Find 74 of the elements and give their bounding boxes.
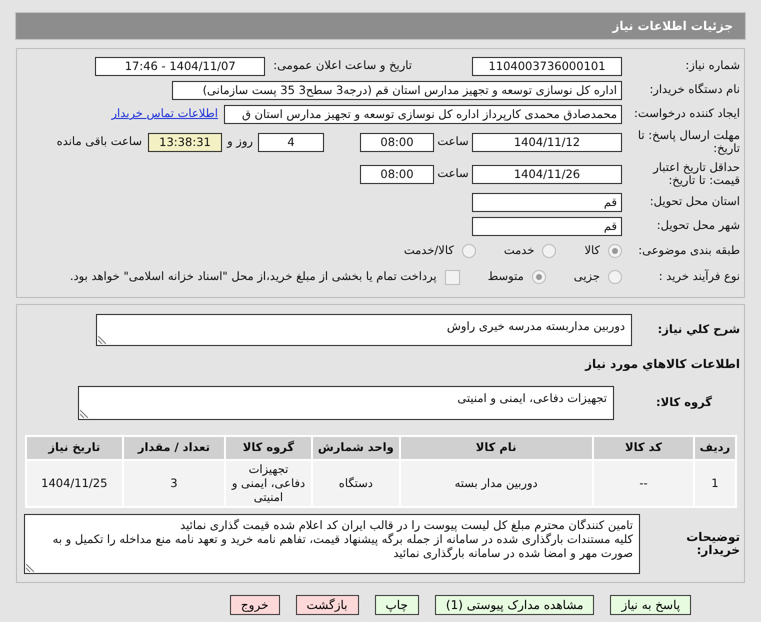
radio-label: کالا — [584, 242, 600, 260]
action-button[interactable]: خروج — [230, 595, 280, 616]
time-field[interactable]: 08:00 — [360, 132, 434, 152]
field-label: طبقه بندی موضوعی: — [637, 244, 740, 258]
section-heading: اطلاعات کالاهاي مورد نیاز — [585, 356, 740, 373]
resize-grip-icon[interactable] — [98, 336, 106, 344]
contact-link[interactable]: اطلاعات تماس خریدار — [111, 105, 218, 123]
buyer-notes-textarea[interactable] — [24, 514, 640, 574]
table-cell: 3 — [123, 460, 225, 508]
radio-button[interactable] — [608, 270, 622, 284]
field-label: حداقل تاریخ اعتبار قیمت: تا تاریخ: — [652, 160, 740, 188]
field-label: گروه کالا: — [655, 396, 713, 410]
days-field[interactable]: 4 — [258, 132, 324, 152]
action-button[interactable]: چاپ — [374, 595, 419, 616]
time-field[interactable]: 08:00 — [360, 164, 434, 184]
goods-group-text: تجهیزات دفاعی، ایمنی و امنیتی — [457, 391, 607, 405]
table-cell: دوربین مدار بسته — [400, 460, 593, 508]
description-textarea[interactable]: دوربین مداربسته مدرسه خیری راوش — [96, 314, 632, 346]
table-cell: تجهیزات دفاعی، ایمنی و امنیتی — [224, 460, 312, 508]
action-button[interactable]: بازگشت — [296, 595, 358, 616]
days-label: روز و — [226, 133, 254, 150]
field-label: تاریخ و ساعت اعلان عمومی: — [273, 59, 412, 73]
table-cell: 1404/11/25 — [26, 460, 124, 508]
field-label: نام دستگاه خریدار: — [648, 83, 740, 97]
field-label: استان محل تحویل: — [648, 195, 740, 209]
radio-button[interactable] — [532, 270, 546, 284]
description-text: دوربین مداربسته مدرسه خیری راوش — [446, 319, 625, 333]
action-button[interactable]: مشاهده مدارک پیوستی (1) — [434, 595, 594, 616]
field-label: شماره نیاز: — [684, 59, 740, 73]
radio-button[interactable] — [462, 244, 476, 258]
remaining-label: ساعت باقی مانده — [56, 133, 142, 150]
checkbox[interactable] — [444, 270, 460, 284]
page-title: جزئیات اطلاعات نیاز — [612, 18, 733, 35]
column-header: گروه کالا — [224, 436, 312, 460]
column-header: کد کالا — [592, 436, 694, 460]
notes-text-line: تامین کنندگان محترم مبلغ کل لیست پیوست را در قالب ایران کد اعلام شده قیمت گذاری نمائید — [179, 518, 633, 532]
date-field[interactable]: 1404/11/26 — [472, 164, 622, 184]
requester-field[interactable]: محمدصادق محمدی کارپرداز اداره کل نوسازی توسعه و تجهیز مدارس استان ق — [224, 104, 622, 124]
remaining-time-field[interactable]: 13:38:31 — [148, 132, 222, 152]
notes-text-line: صورت مهر و امضا شده در سامانه بارگذاری نمائید — [392, 546, 633, 560]
notes-text-line: کلیه مستندات بارگذاری شده در سامانه از جمله برگه پیشنهاد قیمت، تفاهم نامه خرید و تعهد نامه منع مداخله را تکمیل و به — [52, 532, 633, 546]
action-button[interactable]: پاسخ به نیاز — [610, 595, 692, 616]
table-cell: دستگاه — [312, 460, 400, 508]
column-header: تاریخ نیاز — [26, 436, 124, 460]
buyer-field[interactable]: اداره کل نوسازی توسعه و تجهیز مدارس استان قم (درجه3 سطح3 35 پست سازمانی) — [172, 80, 622, 100]
goods-group-textarea[interactable]: تجهیزات دفاعی، ایمنی و امنیتی — [78, 386, 614, 420]
radio-label: خدمت — [504, 242, 534, 260]
field-label: مهلت ارسال پاسخ: تا تاریخ: — [636, 128, 740, 156]
time-label: ساعت — [436, 133, 470, 150]
field-label: شهر محل تحویل: — [656, 219, 740, 233]
table-cell: -- — [592, 460, 694, 508]
field-label: نوع فرآیند خرید : — [658, 270, 740, 284]
province-field[interactable]: قم — [472, 192, 622, 212]
radio-button[interactable] — [542, 244, 556, 258]
resize-grip-icon[interactable] — [80, 410, 88, 418]
radio-label: جزیی — [574, 268, 600, 286]
field-label: توضیحات خریدار: — [685, 530, 740, 558]
city-field[interactable]: قم — [472, 216, 622, 236]
announce-date-field[interactable]: 1404/11/07 - 17:46 — [95, 56, 266, 76]
time-label: ساعت — [436, 165, 470, 182]
radio-label: متوسط — [488, 268, 524, 286]
radio-label: کالا/خدمت — [404, 242, 454, 260]
date-field[interactable]: 1404/11/12 — [472, 132, 622, 152]
table-cell: 1 — [694, 460, 736, 508]
radio-button[interactable] — [608, 244, 622, 258]
column-header: نام کالا — [400, 436, 593, 460]
field-label: ایجاد کننده درخواست: — [633, 107, 740, 121]
need-number-field[interactable]: 1104003736000101 — [472, 56, 622, 76]
checkbox-label: پرداخت تمام یا بخشی از مبلغ خرید،از محل "اسناد خزانه اسلامی" خواهد بود. — [70, 268, 437, 286]
column-header: واحد شمارش — [312, 436, 400, 460]
column-header: تعداد / مقدار — [123, 436, 225, 460]
field-label: شرح کلي نیاز: — [656, 323, 740, 337]
resize-grip-icon[interactable] — [26, 564, 34, 572]
column-header: ردیف — [694, 436, 736, 460]
